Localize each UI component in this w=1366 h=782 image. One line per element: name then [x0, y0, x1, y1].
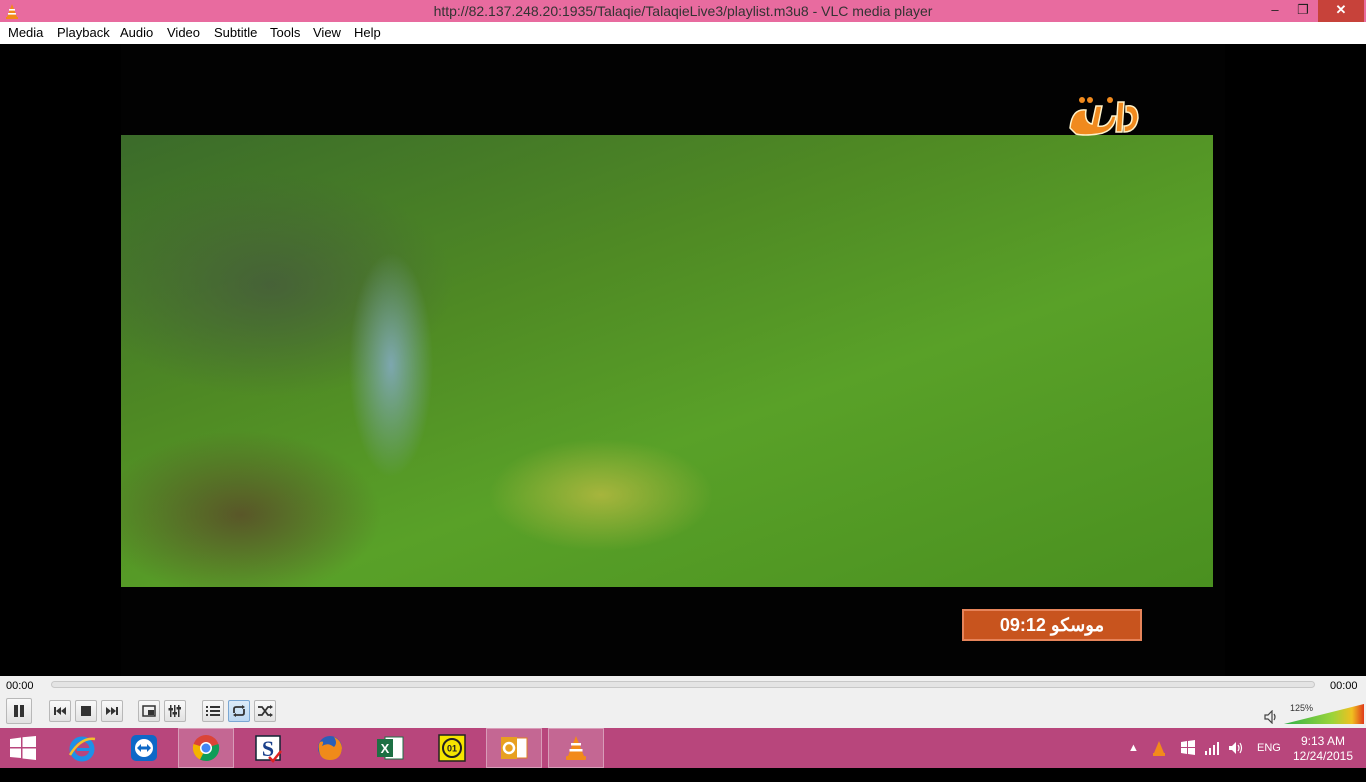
menu-help[interactable]: Help: [354, 25, 381, 40]
tray-action-center-icon[interactable]: [1180, 740, 1196, 756]
pause-icon: [14, 705, 24, 717]
previous-icon: [54, 707, 66, 715]
menu-bar: Media Playback Audio Video Subtitle Tool…: [0, 22, 1366, 44]
chrome-icon: [192, 735, 220, 762]
app-s-icon: S: [255, 735, 282, 763]
menu-media[interactable]: Media: [8, 25, 43, 40]
excel-icon: X: [377, 736, 404, 760]
tray-volume-icon[interactable]: [1228, 740, 1244, 756]
tray-language[interactable]: ENG: [1257, 742, 1281, 782]
menu-tools[interactable]: Tools: [270, 25, 300, 40]
menu-playback[interactable]: Playback: [57, 25, 110, 40]
svg-text:X: X: [381, 741, 390, 756]
video-scene: [121, 135, 1213, 587]
channel-logo-icon: [1069, 97, 1139, 136]
outlook-icon: [501, 737, 528, 759]
vlc-icon: [566, 736, 586, 760]
stop-button[interactable]: [75, 700, 97, 722]
fullscreen-button[interactable]: [138, 700, 160, 722]
speaker-icon[interactable]: [1264, 710, 1278, 724]
tray-time: 9:13 AM: [1300, 734, 1346, 748]
minimize-button[interactable]: ‒: [1262, 0, 1288, 22]
menu-subtitle[interactable]: Subtitle: [214, 25, 257, 40]
taskbar-excel[interactable]: X: [362, 728, 418, 768]
taskbar-vlc[interactable]: [548, 728, 604, 768]
previous-button[interactable]: [49, 700, 71, 722]
tray-date: 12/24/2015: [1292, 749, 1354, 763]
taskbar: S X 01 ▲ ENG 9:13 AM 12/24/2015: [0, 728, 1366, 768]
taskbar-internet-explorer[interactable]: [54, 728, 110, 768]
teamviewer-icon: [131, 735, 157, 761]
tray-vlc-icon[interactable]: [1152, 740, 1166, 756]
next-button[interactable]: [101, 700, 123, 722]
close-button[interactable]: ✕: [1318, 0, 1364, 22]
tray-clock[interactable]: 9:13 AM 12/24/2015: [1288, 734, 1358, 764]
taskbar-app-s[interactable]: S: [240, 728, 296, 768]
menu-view[interactable]: View: [313, 25, 341, 40]
shuffle-button[interactable]: [254, 700, 276, 722]
firefox-icon: [318, 736, 342, 760]
svg-text:01: 01: [447, 744, 457, 754]
video-time-overlay: 09:12 موسكو: [962, 609, 1142, 641]
fullscreen-icon: [142, 705, 156, 717]
maximize-button[interactable]: ❐: [1290, 0, 1316, 22]
window-title: http://82.137.248.20:1935/Talaqie/Talaqi…: [433, 3, 933, 19]
video-area[interactable]: 09:12 موسكو: [0, 44, 1366, 676]
tray-network-icon[interactable]: [1204, 741, 1220, 755]
time-elapsed: 00:00: [6, 680, 34, 692]
svg-text:S: S: [262, 736, 274, 761]
volume-slider[interactable]: [1284, 704, 1364, 724]
next-icon: [106, 707, 118, 715]
loop-button[interactable]: [228, 700, 250, 722]
shuffle-icon: [258, 705, 273, 717]
playlist-button[interactable]: [202, 700, 224, 722]
loop-icon: [233, 705, 245, 717]
title-bar: http://82.137.248.20:1935/Talaqie/Talaqi…: [0, 0, 1366, 22]
playlist-icon: [206, 706, 220, 716]
menu-audio[interactable]: Audio: [120, 25, 153, 40]
extended-settings-button[interactable]: [164, 700, 186, 722]
windows-start-icon[interactable]: [10, 736, 36, 760]
internet-explorer-icon: [68, 736, 96, 762]
app-clock-icon: 01: [438, 734, 466, 762]
taskbar-chrome[interactable]: [178, 728, 234, 768]
menu-video[interactable]: Video: [167, 25, 200, 40]
taskbar-app-clock[interactable]: 01: [424, 728, 480, 768]
time-total: 00:00: [1330, 680, 1358, 692]
pause-button[interactable]: [6, 698, 32, 724]
stop-icon: [81, 706, 91, 716]
taskbar-outlook[interactable]: [486, 728, 542, 768]
player-controls: 00:00 00:00 125%: [0, 676, 1366, 728]
tray-overflow-icon[interactable]: ▲: [1128, 742, 1139, 782]
seek-bar[interactable]: [51, 681, 1315, 688]
extended-settings-icon: [168, 705, 181, 717]
taskbar-firefox[interactable]: [302, 728, 358, 768]
taskbar-teamviewer[interactable]: [116, 728, 172, 768]
